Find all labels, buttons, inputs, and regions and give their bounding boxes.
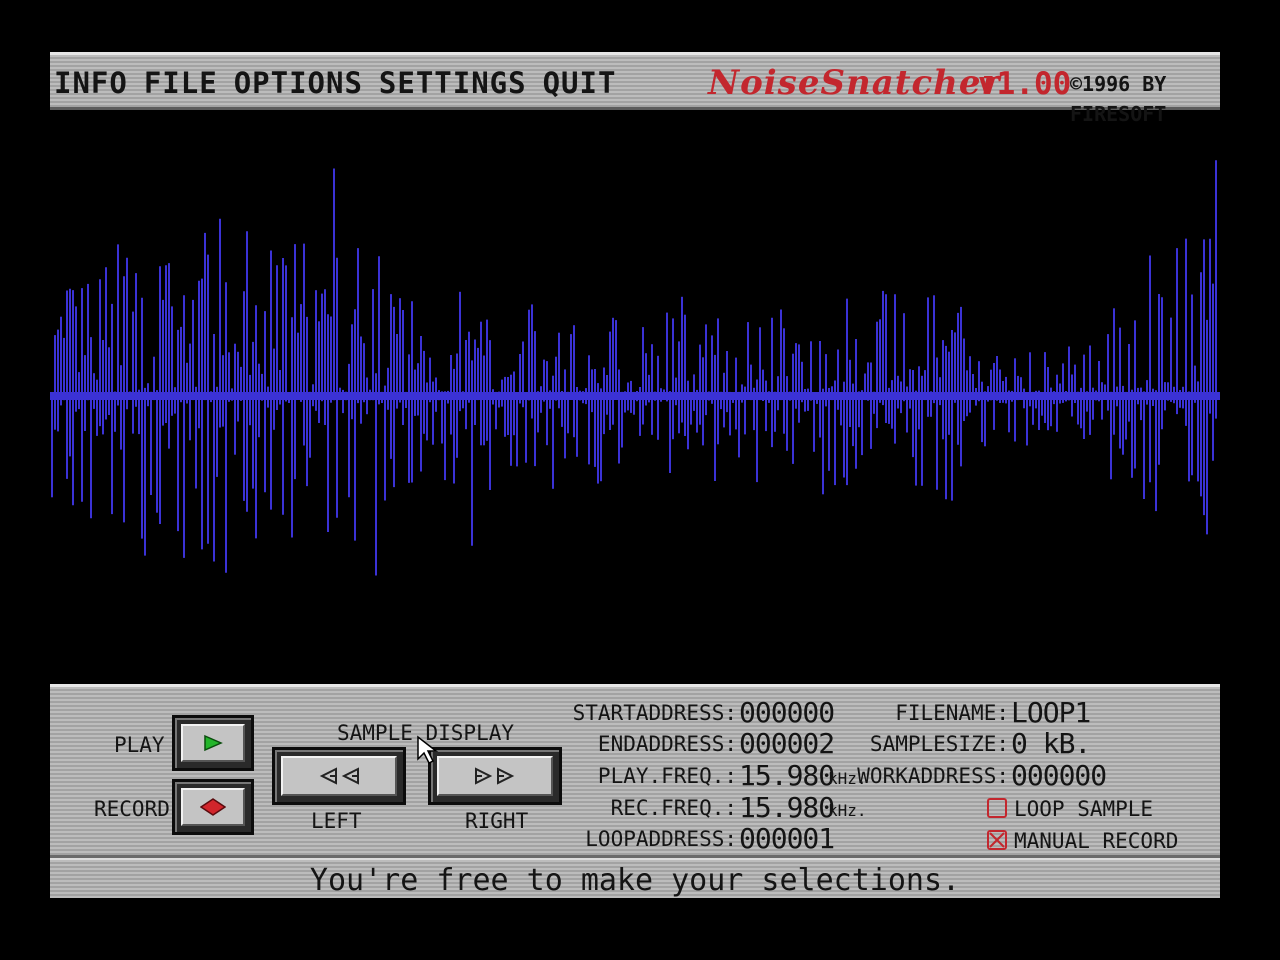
play-freq-label: PLAY.FREQ.: bbox=[597, 764, 737, 788]
double-left-arrow-icon bbox=[319, 767, 359, 785]
filename-value[interactable]: LOOP1 bbox=[1011, 698, 1091, 728]
manual-record-label: MANUAL RECORD bbox=[1014, 829, 1179, 853]
loop-sample-checkbox[interactable] bbox=[987, 798, 1007, 818]
workaddress-value: 000000 bbox=[1011, 759, 1107, 792]
app-title-logo: NoiseSnatcher bbox=[708, 63, 1001, 103]
menu-bar: INFO FILE OPTIONS SETTINGS QUIT NoiseSna… bbox=[50, 52, 1220, 126]
checkbox-cross-icon bbox=[989, 832, 1005, 848]
play-triangle-icon bbox=[204, 734, 223, 752]
startaddress-label: STARTADDRESS: bbox=[572, 701, 737, 725]
loop-sample-label: LOOP SAMPLE bbox=[1014, 797, 1154, 821]
scroll-left-button[interactable] bbox=[272, 747, 406, 805]
menu-quit[interactable]: QUIT bbox=[543, 63, 617, 103]
record-diamond-icon bbox=[200, 798, 226, 816]
startaddress-value: 000000 bbox=[739, 696, 835, 729]
control-panel: PLAY RECORD SAMPLE DISPLAY LEFT RIGHT ST… bbox=[50, 684, 1220, 858]
record-button[interactable] bbox=[172, 779, 254, 835]
status-message: You're free to make your selections. bbox=[309, 863, 961, 898]
endaddress-value: 000002 bbox=[739, 727, 835, 760]
play-button[interactable] bbox=[172, 715, 254, 771]
waveform-baseline bbox=[50, 392, 1220, 400]
right-label: RIGHT bbox=[465, 809, 529, 833]
mouse-pointer-icon bbox=[417, 735, 439, 765]
play-freq-value[interactable]: 15.980 bbox=[739, 761, 835, 791]
endaddress-label: ENDADDRESS: bbox=[597, 732, 737, 756]
app-version: v1.00 bbox=[978, 66, 1072, 102]
play-label: PLAY bbox=[114, 733, 165, 757]
double-right-arrow-icon bbox=[475, 767, 515, 785]
main-menu: INFO FILE OPTIONS SETTINGS QUIT bbox=[54, 63, 616, 103]
workaddress-label: WORKADDRESS: bbox=[857, 764, 1009, 788]
left-label: LEFT bbox=[311, 809, 362, 833]
filename-label: FILENAME: bbox=[895, 701, 1009, 725]
status-bar: You're free to make your selections. bbox=[50, 858, 1220, 898]
rec-freq-label: REC.FREQ.: bbox=[610, 796, 737, 820]
waveform-display[interactable] bbox=[50, 128, 1220, 668]
samplesize-value: 0 kB. bbox=[1011, 727, 1091, 760]
rec-freq-value[interactable]: 15.980 bbox=[739, 793, 835, 823]
menu-info[interactable]: INFO bbox=[54, 63, 128, 103]
samplesize-label: SAMPLESIZE: bbox=[869, 732, 1009, 756]
record-label: RECORD bbox=[94, 797, 170, 821]
manual-record-checkbox[interactable] bbox=[987, 830, 1007, 850]
loopaddress-label: LOOPADDRESS: bbox=[585, 827, 737, 851]
scroll-right-button[interactable] bbox=[428, 747, 562, 805]
menu-file[interactable]: FILE bbox=[144, 63, 218, 103]
menu-options[interactable]: OPTIONS bbox=[234, 63, 363, 103]
copyright-notice: ©1996 BY FIRESOFT bbox=[1070, 72, 1167, 126]
menu-settings[interactable]: SETTINGS bbox=[379, 63, 527, 103]
waveform-trace bbox=[51, 160, 1217, 576]
loopaddress-value: 000001 bbox=[739, 822, 835, 855]
